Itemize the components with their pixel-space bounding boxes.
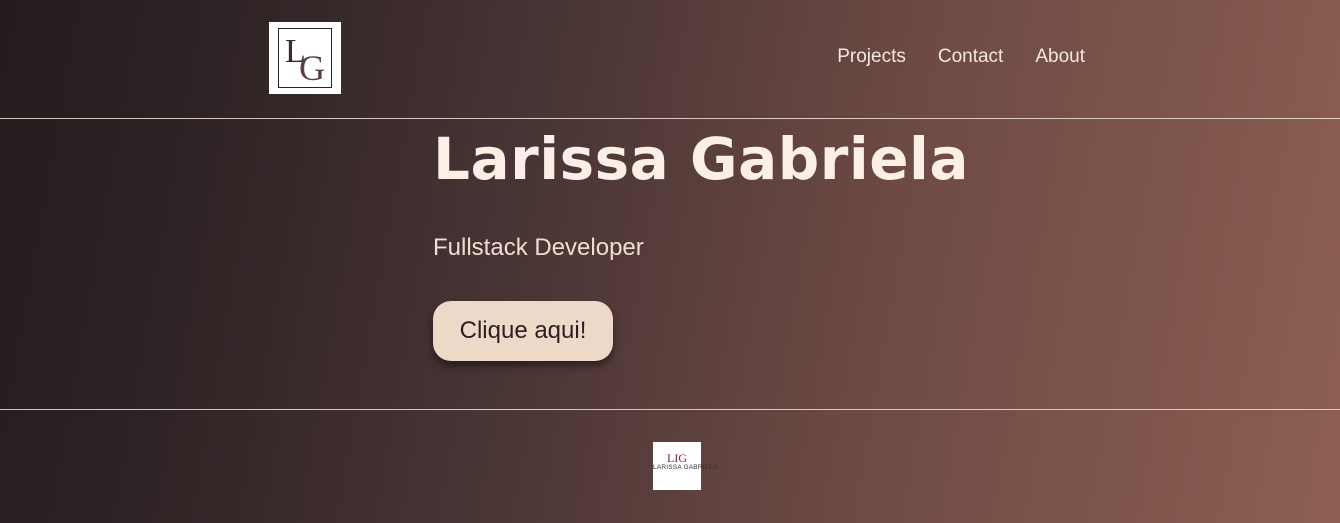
section-divider	[0, 409, 1340, 410]
logo[interactable]: L G	[269, 22, 341, 94]
footer-logo-monogram: LIG	[667, 451, 687, 465]
logo-frame: L G	[278, 28, 332, 88]
logo-letter-g: G	[299, 48, 325, 88]
nav-link-contact[interactable]: Contact	[938, 46, 1003, 68]
hero-title: Larissa Gabriela	[433, 125, 970, 193]
footer-logo[interactable]: LIG LARISSA GABRIELA	[653, 442, 718, 490]
nav-link-projects[interactable]: Projects	[837, 46, 906, 68]
hero-subtitle: Fullstack Developer	[433, 234, 644, 261]
footer-logo-name: LARISSA GABRIELA	[653, 464, 718, 471]
nav-link-about[interactable]: About	[1035, 46, 1085, 68]
site-header: L G Projects Contact About	[0, 0, 1340, 119]
cta-button[interactable]: Clique aqui!	[433, 301, 613, 361]
main-nav: Projects Contact About	[837, 46, 1085, 68]
